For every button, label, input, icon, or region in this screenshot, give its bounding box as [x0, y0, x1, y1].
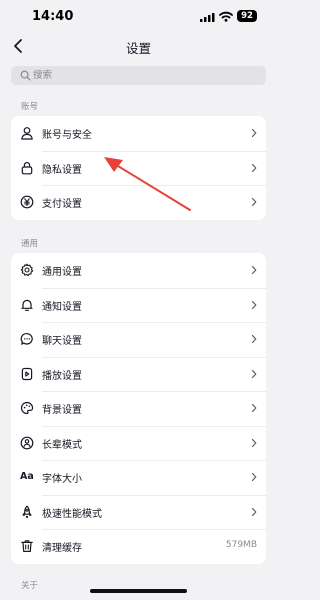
row-font-size[interactable]: Aa 字体大小: [11, 460, 266, 495]
elder-mode-icon: [20, 436, 34, 449]
font-size-icon: Aa: [20, 471, 34, 482]
wifi-icon: [219, 11, 233, 22]
account-card: 账号与安全 隐私设置 支付设置: [11, 116, 266, 220]
search-bar[interactable]: [11, 66, 266, 85]
row-label: 字体大小: [42, 474, 82, 485]
row-elder-mode[interactable]: 长辈模式: [11, 425, 266, 461]
chevron-right-icon: [251, 472, 257, 482]
row-label: 极速性能模式: [42, 508, 102, 520]
chat-icon: [20, 333, 33, 345]
chevron-right-icon: [251, 507, 257, 516]
yuan-icon: [20, 195, 34, 209]
chevron-right-icon: [251, 300, 257, 309]
rocket-icon: [22, 505, 32, 518]
chevron-right-icon: [251, 265, 257, 275]
chevron-right-icon: [251, 438, 257, 447]
page-title: 设置: [125, 41, 151, 56]
home-indicator: [90, 589, 187, 593]
chevron-right-icon: [251, 128, 257, 138]
row-clear-cache[interactable]: 清理缓存 579MB: [11, 529, 266, 564]
row-privacy-settings[interactable]: 隐私设置: [11, 150, 266, 186]
chevron-right-icon: [251, 403, 257, 413]
row-label: 支付设置: [42, 199, 82, 210]
row-background-settings[interactable]: 背景设置: [11, 391, 266, 426]
row-label: 账号与安全: [42, 130, 92, 141]
chevron-right-icon: [251, 369, 257, 378]
row-label: 清理缓存: [42, 543, 82, 554]
row-label: 播放设置: [42, 370, 82, 382]
row-speed-mode[interactable]: 极速性能模式: [11, 494, 266, 530]
chevron-right-icon: [251, 334, 257, 344]
battery-indicator: 92: [237, 10, 257, 22]
row-notification-settings[interactable]: 通知设置: [11, 287, 266, 323]
signal-icon: [200, 13, 215, 22]
row-chat-settings[interactable]: 聊天设置: [11, 322, 266, 357]
general-card: 通用设置 通知设置 聊天设置 播放设置 背景设置 长辈模式 Aa 字体大小 极速…: [11, 253, 266, 564]
cache-size-value: 579MB: [225, 540, 257, 550]
row-account-security[interactable]: 账号与安全: [11, 116, 266, 151]
row-playback-settings[interactable]: 播放设置: [11, 356, 266, 392]
row-label: 通用设置: [42, 267, 82, 278]
row-label: 背景设置: [42, 405, 82, 416]
status-bar: 14:40 92: [0, 0, 277, 34]
gear-icon: [20, 263, 34, 277]
section-label-account: 账号: [21, 102, 39, 112]
trash-icon: [21, 540, 33, 552]
section-label-about: 关于: [21, 581, 39, 591]
row-label: 长辈模式: [42, 439, 82, 451]
chevron-right-icon: [251, 197, 257, 207]
nav-bar: 设置: [0, 34, 277, 58]
status-time: 14:40: [32, 9, 74, 24]
user-icon: [21, 127, 33, 140]
row-label: 隐私设置: [42, 164, 82, 176]
row-payment-settings[interactable]: 支付设置: [11, 185, 266, 220]
bell-icon: [21, 299, 33, 311]
search-icon: [20, 70, 31, 81]
lock-icon: [21, 161, 33, 174]
section-label-general: 通用: [21, 239, 39, 249]
row-general-settings[interactable]: 通用设置: [11, 253, 266, 288]
play-icon: [21, 367, 33, 380]
palette-icon: [20, 401, 34, 415]
search-input[interactable]: [33, 66, 253, 85]
row-label: 通知设置: [42, 301, 82, 313]
row-label: 聊天设置: [42, 336, 82, 347]
chevron-right-icon: [251, 163, 257, 172]
